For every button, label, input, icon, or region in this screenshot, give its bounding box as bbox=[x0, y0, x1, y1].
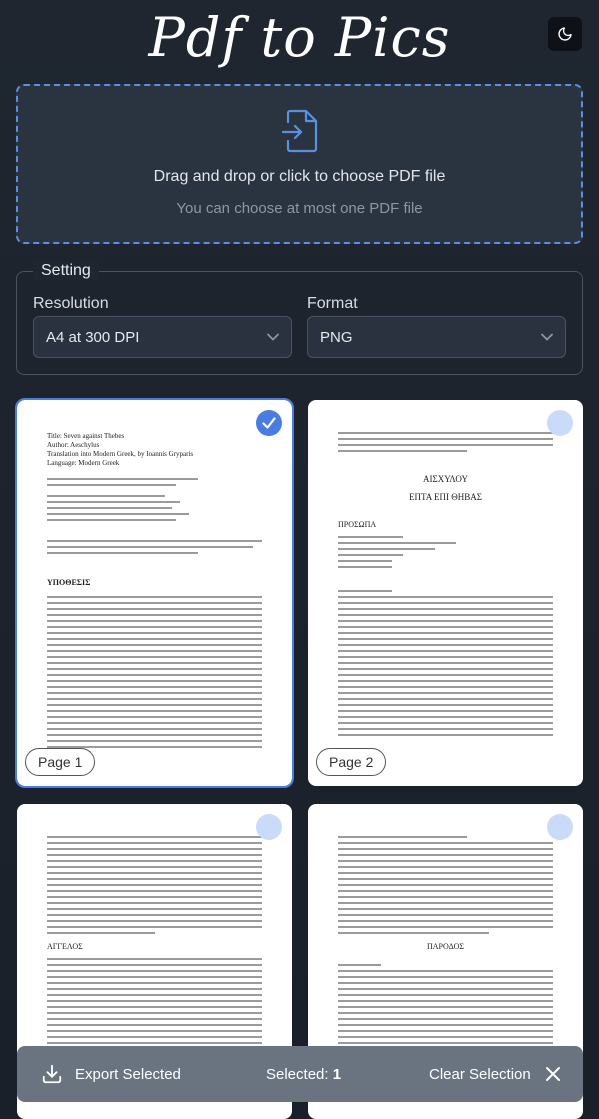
page-3-checkbox[interactable] bbox=[256, 814, 282, 840]
page-4-text-block bbox=[338, 836, 553, 938]
selected-label: Selected: bbox=[266, 1065, 329, 1083]
page-2-text-block bbox=[338, 432, 553, 456]
pdf-dropzone[interactable]: Drag and drop or click to choose PDF fil… bbox=[16, 84, 583, 244]
app-title: Pdf to Pics bbox=[148, 6, 451, 69]
selected-count-status: Selected: 1 bbox=[266, 1066, 341, 1083]
page-1-header: Title: Seven against Thebes Author: Aesc… bbox=[47, 432, 262, 468]
page-2-checkbox[interactable] bbox=[547, 410, 573, 436]
selected-count: 1 bbox=[332, 1065, 342, 1083]
setting-panel: Setting Resolution A4 at 300 DPI Format … bbox=[16, 262, 583, 375]
dropzone-title: Drag and drop or click to choose PDF fil… bbox=[153, 168, 446, 185]
download-icon bbox=[42, 1064, 62, 1084]
page-1-head-line: Title: Seven against Thebes bbox=[47, 432, 125, 440]
page-1-head-line: Translation into Modern Greek, by Ioanni… bbox=[47, 450, 194, 458]
dropzone-subtitle: You can choose at most one PDF file bbox=[176, 200, 423, 217]
page-card-1[interactable]: Title: Seven against Thebes Author: Aesc… bbox=[15, 398, 294, 788]
page-1-text-block bbox=[47, 495, 262, 525]
page-3-text-block bbox=[47, 836, 262, 938]
page-2-text-block bbox=[338, 536, 553, 572]
page-2-header: ΑΙΣΧΥΛΟΥ ΕΠΤΑ ΕΠΙ ΘΗΒΑΣ bbox=[338, 470, 553, 506]
page-1-text-block bbox=[47, 540, 262, 558]
resolution-label: Resolution bbox=[33, 295, 109, 312]
format-value: PNG bbox=[320, 328, 353, 346]
chevron-down-icon bbox=[267, 333, 279, 341]
page-2-head-line: ΑΙΣΧΥΛΟΥ bbox=[423, 474, 468, 484]
moon-icon bbox=[558, 27, 572, 41]
format-label: Format bbox=[307, 295, 358, 312]
clear-selection-button[interactable]: Clear Selection bbox=[429, 1066, 561, 1083]
page-1-section-title: ΥΠΟΘΕΣΙΣ bbox=[47, 578, 91, 587]
page-2-section-title: ΠΡΟΣΩΠΑ bbox=[338, 520, 377, 529]
page-1-head-line: Language: Modern Greek bbox=[47, 459, 120, 467]
chevron-down-icon bbox=[541, 333, 553, 341]
check-icon bbox=[262, 417, 276, 429]
format-select[interactable]: PNG bbox=[307, 316, 566, 358]
page-1-checkbox[interactable] bbox=[256, 410, 282, 436]
page-2-head-line: ΕΠΤΑ ΕΠΙ ΘΗΒΑΣ bbox=[408, 492, 482, 502]
setting-legend: Setting bbox=[33, 262, 99, 280]
page-1-head-line: Author: Aeschylus bbox=[47, 441, 100, 449]
page-1-text-block bbox=[47, 596, 262, 752]
resolution-select[interactable]: A4 at 300 DPI bbox=[33, 316, 292, 358]
page-1-text-block bbox=[47, 478, 262, 490]
page-4-checkbox[interactable] bbox=[547, 814, 573, 840]
close-icon bbox=[545, 1067, 560, 1081]
file-import-icon bbox=[281, 109, 318, 153]
page-3-section-title: ΑΓΓΕΛΟΣ bbox=[47, 942, 83, 951]
theme-toggle-button[interactable] bbox=[548, 17, 582, 51]
page-2-label: Page 2 bbox=[316, 748, 387, 776]
resolution-value: A4 at 300 DPI bbox=[46, 328, 140, 346]
page-4-section-title: ΠΑΡΟΔΟΣ bbox=[426, 942, 464, 951]
page-2-text-block bbox=[338, 590, 553, 740]
page-1-label: Page 1 bbox=[25, 748, 96, 776]
page-card-2[interactable]: ΑΙΣΧΥΛΟΥ ΕΠΤΑ ΕΠΙ ΘΗΒΑΣ ΠΡΟΣΩΠΑ Page 2 bbox=[308, 400, 583, 786]
selection-toolbar: Export Selected Selected: 1 Clear Select… bbox=[17, 1046, 583, 1102]
export-selected-label: Export Selected bbox=[75, 1065, 181, 1083]
export-selected-button[interactable]: Export Selected bbox=[41, 1063, 181, 1085]
clear-selection-label: Clear Selection bbox=[429, 1065, 531, 1083]
